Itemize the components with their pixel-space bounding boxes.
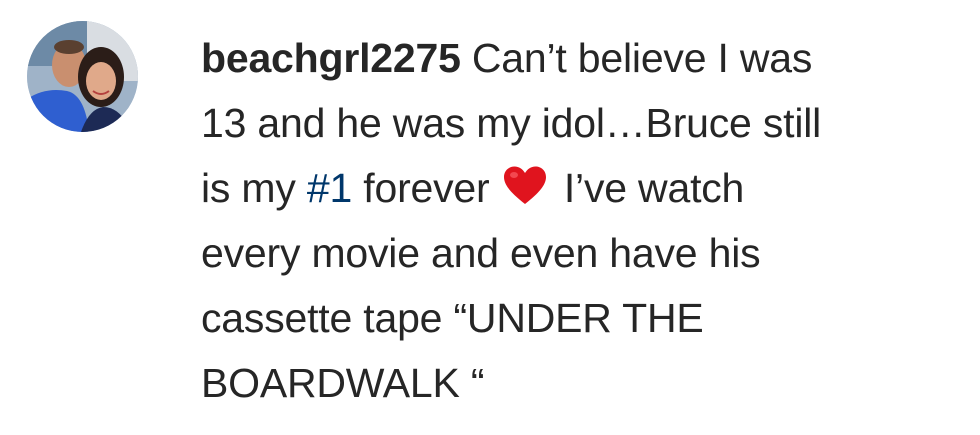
comment: beachgrl2275 Can’t believe I was 13 and … [0, 0, 980, 435]
avatar[interactable] [27, 21, 138, 132]
avatar-photo [27, 21, 138, 132]
comment-text: Can’t believe I was [460, 35, 813, 81]
heart-emoji-icon [503, 166, 547, 206]
comment-text: 13 and he was my idol…Bruce still [201, 100, 822, 146]
comment-text: cassette tape “UNDER THE [201, 295, 704, 341]
comment-body: beachgrl2275 Can’t believe I was 13 and … [201, 26, 961, 416]
comment-text: every movie and even have his [201, 230, 761, 276]
comment-line-4: every movie and even have his [201, 221, 961, 286]
comment-line-6: BOARDWALK “ [201, 351, 961, 416]
comment-line-1: beachgrl2275 Can’t believe I was [201, 26, 961, 91]
username-link[interactable]: beachgrl2275 [201, 35, 461, 81]
comment-line-5: cassette tape “UNDER THE [201, 286, 961, 351]
comment-line-2: 13 and he was my idol…Bruce still [201, 91, 961, 156]
comment-line-3: is my #1 forever I’ve watch [201, 156, 961, 221]
comment-text: I’ve watch [552, 165, 745, 211]
hashtag-link[interactable]: #1 [307, 165, 352, 211]
comment-text: is my [201, 165, 307, 211]
comment-text: BOARDWALK “ [201, 360, 485, 406]
comment-text: forever [352, 165, 501, 211]
